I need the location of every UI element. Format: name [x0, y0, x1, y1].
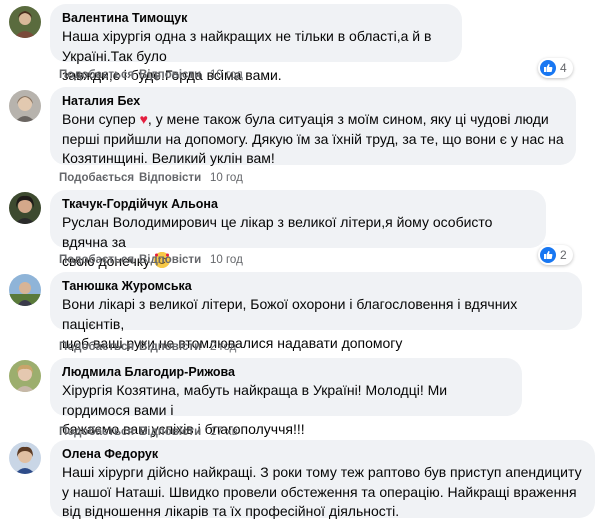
comment-timestamp[interactable]: 2 год: [210, 339, 236, 355]
comment-author[interactable]: Людмила Благодир-Рижова: [62, 364, 510, 381]
comment-bubble: Людмила Благодир-Рижова Хірургія Козятин…: [50, 358, 522, 437]
like-button[interactable]: Подобається: [59, 339, 134, 355]
comment-author[interactable]: Ткачук-Гордійчук Альона: [62, 196, 534, 213]
reply-button[interactable]: Відповісти: [139, 424, 201, 440]
reaction-count-value: 4: [560, 61, 567, 75]
avatar[interactable]: [9, 442, 41, 474]
reply-button[interactable]: Відповісти: [139, 339, 201, 355]
heart-emoji: ♥: [139, 111, 148, 127]
like-button[interactable]: Подобається: [59, 67, 134, 83]
comment-bubble: Ткачук-Гордійчук Альона Руслан Володимир…: [50, 190, 546, 269]
comment-bubble: Танюшка Журомська Вони лікарі з великої …: [50, 272, 582, 351]
comment-text: Вони супер ♥, у мене також була ситуація…: [62, 110, 564, 169]
reply-button[interactable]: Відповісти: [139, 67, 201, 83]
comment-text-part: Вони супер: [62, 111, 140, 127]
comment-author[interactable]: Наталия Бех: [62, 93, 564, 110]
avatar[interactable]: [9, 6, 41, 38]
like-button[interactable]: Подобається: [59, 252, 134, 268]
like-icon: [540, 59, 556, 76]
avatar[interactable]: [9, 90, 41, 122]
comment-author[interactable]: Олена Федорук: [62, 446, 583, 463]
like-button[interactable]: Подобається: [59, 424, 134, 440]
avatar[interactable]: [9, 274, 41, 306]
comment-timestamp[interactable]: 10 год: [210, 67, 243, 83]
reply-button[interactable]: Відповісти: [139, 170, 201, 186]
avatar[interactable]: [9, 360, 41, 392]
comment-text: Наші хірурги дійсно найкращі. З роки том…: [62, 464, 582, 519]
comment-timestamp[interactable]: 10 год: [210, 170, 243, 186]
reply-button[interactable]: Відповісти: [139, 252, 201, 268]
reaction-count-value: 2: [560, 248, 567, 262]
comment-bubble: Олена Федорук Наші хірурги дійсно найкра…: [50, 440, 595, 519]
comment-timestamp[interactable]: 17 хв: [210, 424, 238, 440]
reaction-count[interactable]: 2: [538, 245, 573, 265]
like-icon: [540, 246, 556, 263]
comment-bubble: Наталия Бех Вони супер ♥, у мене також б…: [50, 87, 576, 166]
avatar[interactable]: [9, 192, 41, 224]
comment-timestamp[interactable]: 10 год: [210, 252, 243, 268]
reaction-count[interactable]: 4: [538, 58, 573, 78]
comment-author[interactable]: Валентина Тимощук: [62, 10, 450, 27]
comment-bubble: Валентина Тимощук Наша хірургія одна з н…: [50, 4, 462, 83]
like-button[interactable]: Подобається: [59, 170, 134, 186]
comment-author[interactable]: Танюшка Журомська: [62, 278, 570, 295]
